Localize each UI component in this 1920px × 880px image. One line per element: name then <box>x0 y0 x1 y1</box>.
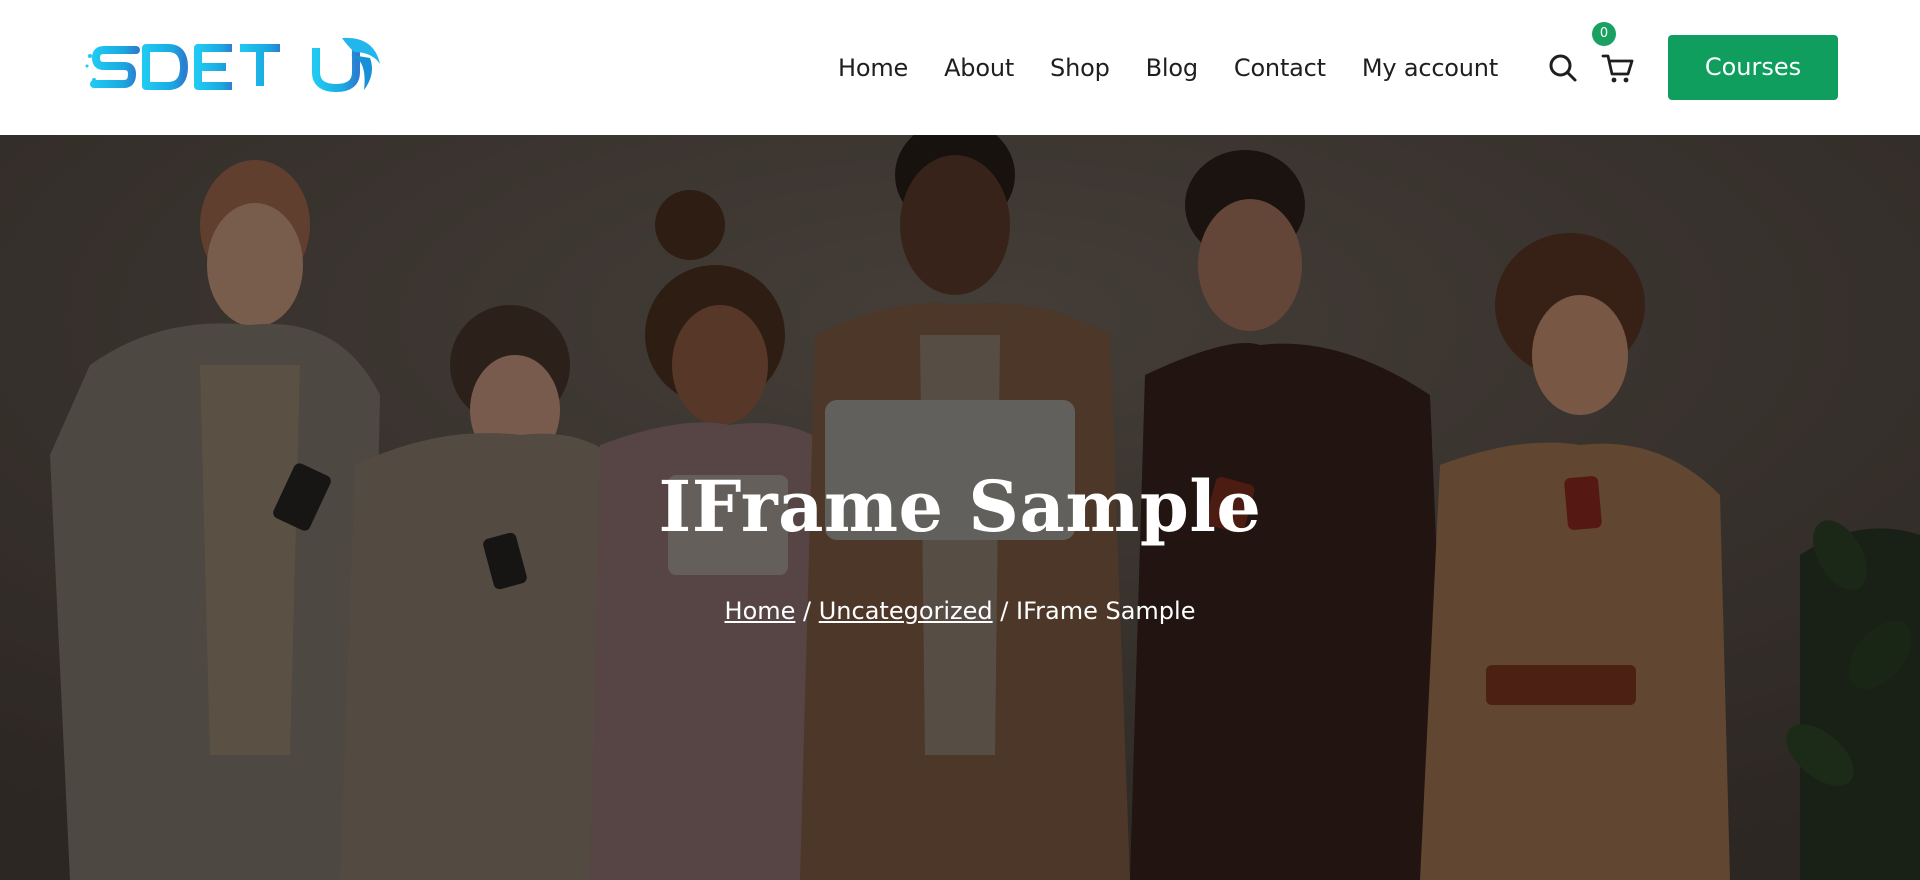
courses-button[interactable]: Courses <box>1668 35 1838 100</box>
nav-home[interactable]: Home <box>838 54 908 82</box>
site-logo[interactable] <box>84 34 384 100</box>
breadcrumb-separator: / <box>795 597 819 625</box>
nav-my-account[interactable]: My account <box>1362 54 1498 82</box>
cart-count-badge: 0 <box>1592 22 1616 46</box>
page-hero: IFrame Sample Home / Uncategorized / IFr… <box>0 135 1920 880</box>
breadcrumb-current: IFrame Sample <box>1015 597 1196 625</box>
cart-icon[interactable] <box>1601 52 1635 84</box>
breadcrumb-category-link[interactable]: Uncategorized <box>819 597 993 625</box>
logo-graphic <box>85 37 380 93</box>
nav-shop[interactable]: Shop <box>1050 54 1110 82</box>
nav-about[interactable]: About <box>944 54 1014 82</box>
breadcrumb-home-link[interactable]: Home <box>725 597 796 625</box>
site-header: Home About Shop Blog Contact My account … <box>0 0 1920 135</box>
main-nav: Home About Shop Blog Contact My account <box>838 48 1498 88</box>
nav-contact[interactable]: Contact <box>1234 54 1326 82</box>
page-title: IFrame Sample <box>658 465 1262 548</box>
breadcrumb: Home / Uncategorized / IFrame Sample <box>0 597 1920 625</box>
breadcrumb-separator: / <box>992 597 1016 625</box>
search-icon[interactable] <box>1547 52 1579 84</box>
nav-blog[interactable]: Blog <box>1146 54 1198 82</box>
